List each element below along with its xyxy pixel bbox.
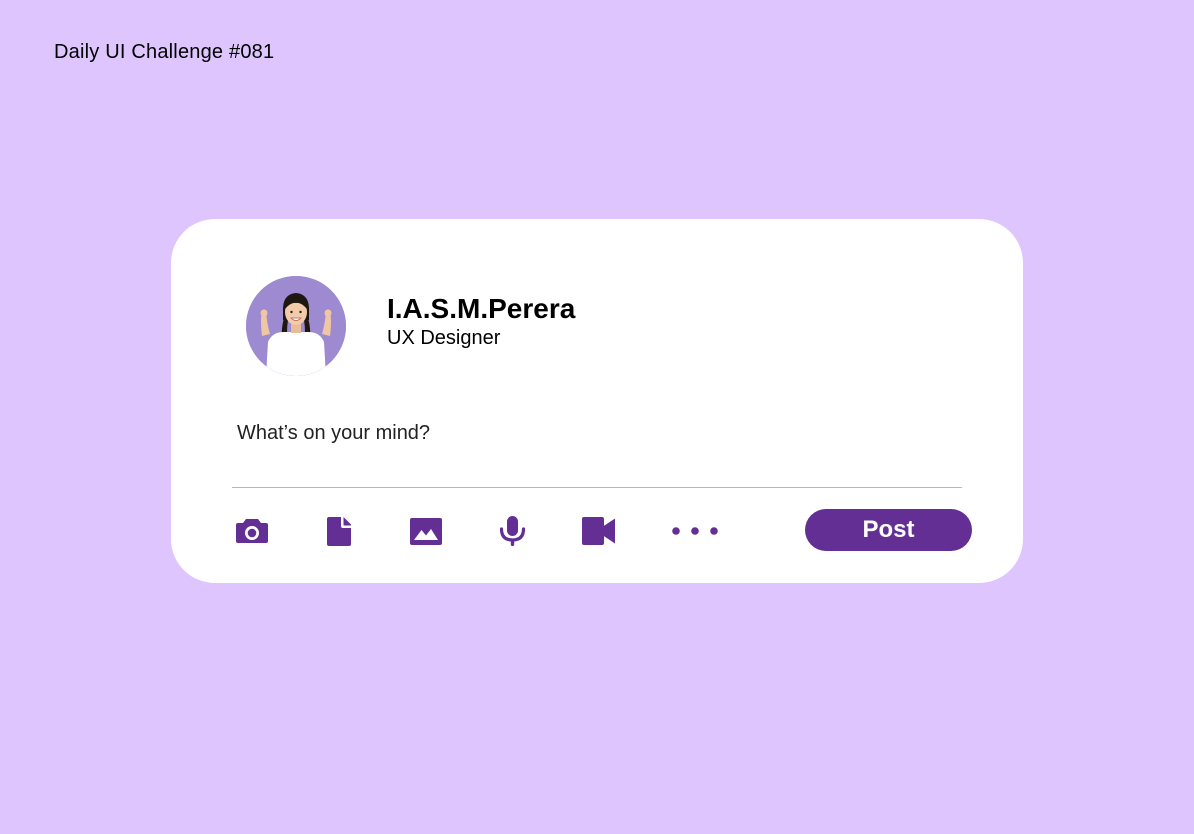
camera-icon (236, 519, 268, 543)
user-name: I.A.S.M.Perera (387, 293, 576, 324)
image-button[interactable] (406, 511, 446, 551)
microphone-icon (499, 516, 525, 546)
divider (232, 487, 962, 488)
more-options-icon (672, 527, 718, 535)
user-role: UX Designer (387, 327, 501, 349)
video-camera-icon (581, 517, 615, 545)
document-icon (327, 516, 351, 546)
microphone-button[interactable] (492, 511, 532, 551)
video-button[interactable] (578, 511, 618, 551)
document-button[interactable] (319, 511, 359, 551)
image-icon (410, 517, 442, 545)
avatar (246, 276, 346, 376)
avatar-photo (246, 276, 346, 376)
post-button[interactable]: Post (805, 509, 972, 551)
post-composer-card: I.A.S.M.Perera UX Designer What’s on you… (171, 219, 1023, 583)
post-input[interactable] (232, 415, 962, 451)
challenge-title: Daily UI Challenge #081 (54, 41, 275, 63)
more-options-button[interactable] (665, 511, 725, 551)
camera-button[interactable] (232, 511, 272, 551)
